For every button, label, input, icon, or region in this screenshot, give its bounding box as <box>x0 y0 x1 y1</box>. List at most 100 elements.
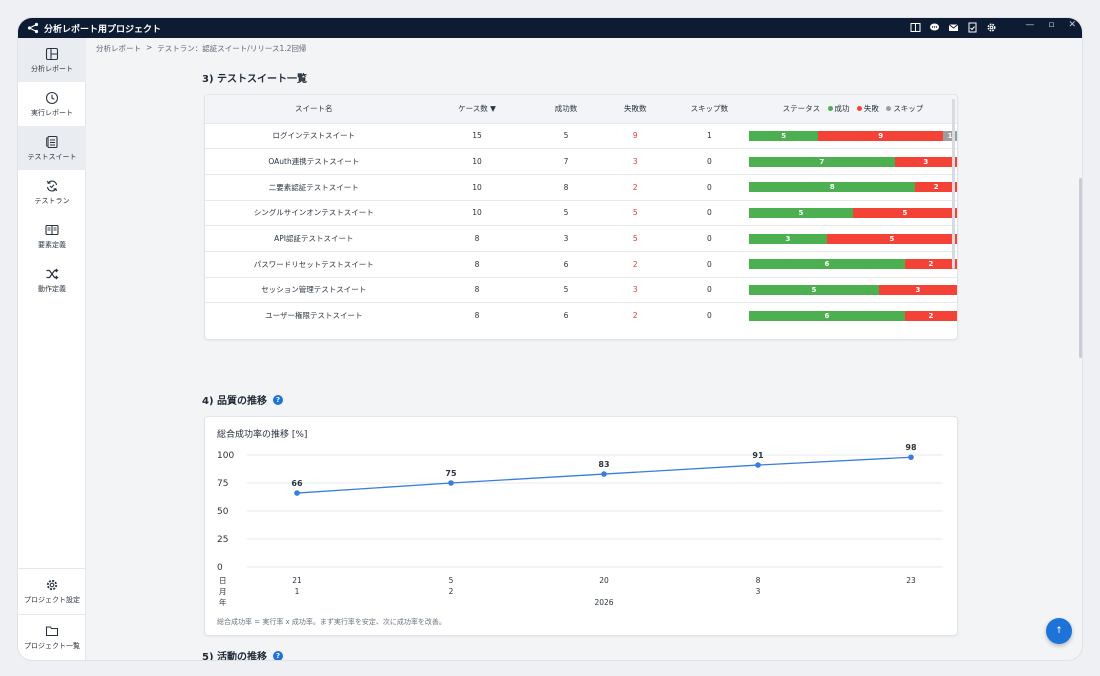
fail-count-cell: 9 <box>632 131 638 141</box>
sidebar-item-project-settings[interactable]: プロジェクト設定 <box>18 568 86 614</box>
skip-count-cell: 0 <box>707 157 712 167</box>
sidebar-item-action-definition[interactable]: 動作定義 <box>18 258 86 302</box>
list-icon <box>46 135 58 148</box>
case-count-cell: 8 <box>474 234 480 244</box>
sidebar-item-test-suite[interactable]: テストスイート <box>18 126 86 170</box>
help-icon[interactable]: ? <box>273 394 284 405</box>
sidebar-item-project-list[interactable]: プロジェクト一覧 <box>18 614 86 660</box>
data-label: 91 <box>752 451 764 460</box>
status-bar-cell: 62 <box>748 251 957 277</box>
suites-section-title: 3) テストスイート一覧 <box>202 70 307 85</box>
sidebar-item-label: テストラン <box>34 196 70 205</box>
x-axis-label: 日 <box>219 576 227 585</box>
folder-icon <box>45 626 59 637</box>
status-segment-fail: 3 <box>894 156 957 167</box>
status-stacked-bar: 82 <box>748 182 957 193</box>
document-icon[interactable] <box>966 21 979 34</box>
help-icon[interactable]: ? <box>273 650 284 660</box>
activity-section-title: 5) 活動の推移 ? <box>202 648 284 660</box>
minimize-button[interactable]: — <box>1025 20 1034 30</box>
activity-title-text: 5) 活動の推移 <box>202 652 268 660</box>
quality-title-text: 4) 品質の推移 <box>202 396 268 407</box>
scroll-to-top-button[interactable]: ↑ <box>1046 618 1072 644</box>
suite-name-cell: ログインテストスイート <box>272 131 356 141</box>
sidebar-item-test-run[interactable]: テストラン <box>18 170 86 214</box>
y-tick-label: 50 <box>217 507 229 517</box>
sidebar-item-label: 動作定義 <box>38 284 66 293</box>
sidebar-bottom: プロジェクト設定 プロジェクト一覧 <box>18 568 86 660</box>
data-label: 66 <box>291 479 303 488</box>
data-label: 83 <box>598 460 609 469</box>
sidebar: 分析レポート 実行レポート テストスイート テストラン 要素定義 動作定義 プロ… <box>18 38 86 660</box>
x-tick-day: 23 <box>906 576 916 585</box>
sidebar-item-label: テストスイート <box>27 152 77 161</box>
sidebar-item-label: プロジェクト設定 <box>24 596 80 604</box>
legend-success-label: 成功 <box>834 104 850 114</box>
success-count-cell: 5 <box>563 285 569 295</box>
success-count-cell: 6 <box>563 259 569 269</box>
sidebar-item-execution-report[interactable]: 実行レポート <box>18 82 86 126</box>
table-row[interactable]: API認証テストスイート 8 3 5 0 3 5 <box>205 225 957 252</box>
status-header-label: ステータス <box>782 104 821 114</box>
app-window: 分析レポート用プロジェクト — ▫ ✕ 分析レポート 実行レポート テストスイー… <box>18 18 1082 660</box>
status-stacked-bar: 73 <box>748 156 957 167</box>
sidebar-item-label: 分析レポート <box>31 64 73 73</box>
suite-name-cell: シングルサインオンテストスイート <box>253 208 374 218</box>
data-point <box>755 462 761 468</box>
status-segment-fail: 2 <box>904 310 957 321</box>
table-row[interactable]: ログインテストスイート 15 5 9 1 5 9 1 <box>205 123 957 149</box>
book-icon[interactable] <box>909 21 922 34</box>
sidebar-item-analysis-report[interactable]: 分析レポート <box>18 38 86 82</box>
skip-count-cell: 1 <box>707 131 712 141</box>
x-tick-month: 3 <box>756 587 761 596</box>
skip-count-cell: 0 <box>707 234 712 244</box>
skip-count-cell: 0 <box>707 182 712 192</box>
close-button[interactable]: ✕ <box>1068 20 1076 30</box>
success-count-cell: 6 <box>563 311 569 321</box>
status-bar-cell: 591 <box>748 123 957 149</box>
status-segment-fail: 3 <box>878 284 957 295</box>
shuffle-icon <box>46 268 59 279</box>
table-row[interactable]: シングルサインオンテストスイート 10 5 5 0 5 5 <box>205 200 957 226</box>
status-segment-success: 8 <box>748 182 916 193</box>
data-point <box>294 490 300 496</box>
x-tick-year: 2026 <box>594 598 613 607</box>
chart-note: 総合成功率 = 実行率 x 成功率。まず実行率を安定、次に成功率を改善。 <box>217 618 446 626</box>
case-count-cell: 10 <box>472 208 482 218</box>
y-tick-label: 75 <box>217 479 228 489</box>
col-suite-name[interactable]: スイート名 <box>205 95 423 123</box>
suites-table-body: ログインテストスイート 15 5 9 1 5 9 1 OAuth連携テストスイート 10 7 3 0 7 3… <box>205 123 957 329</box>
col-skip-count[interactable]: スキップ数 <box>670 95 749 123</box>
mail-icon[interactable] <box>947 21 960 34</box>
status-segment-fail: 5 <box>852 207 957 218</box>
table-row[interactable]: ユーザー権限テストスイート 8 6 2 0 6 2 <box>205 302 957 329</box>
breadcrumb: 分析レポート > テストラン：認証スイート/リリース1.2回帰 <box>96 43 306 54</box>
suites-title-text: 3) テストスイート一覧 <box>202 74 308 85</box>
legend-skip-dot <box>886 106 892 112</box>
table-row[interactable]: 二要素認証テストスイート 10 8 2 0 8 2 <box>205 174 957 200</box>
status-segment-fail: 5 <box>826 233 957 244</box>
status-segment-fail: 2 <box>915 182 957 193</box>
skip-count-cell: 0 <box>707 285 712 295</box>
x-tick-month: 1 <box>295 587 300 596</box>
breadcrumb-root[interactable]: 分析レポート <box>96 43 141 54</box>
table-scrollbar[interactable] <box>952 99 955 269</box>
col-success-count[interactable]: 成功数 <box>531 95 600 123</box>
page-scrollbar[interactable] <box>1079 178 1082 358</box>
sidebar-item-element-definition[interactable]: 要素定義 <box>18 214 86 258</box>
data-label: 75 <box>445 469 457 478</box>
fail-count-cell: 2 <box>632 182 638 192</box>
legend-success-dot <box>827 106 833 112</box>
table-row[interactable]: パスワードリセットテストスイート 8 6 2 0 6 2 <box>205 251 957 277</box>
restore-button[interactable]: ▫ <box>1048 20 1054 30</box>
status-segment-success: 3 <box>748 233 827 244</box>
col-case-count[interactable]: ケース数 ▼ <box>423 95 532 123</box>
status-bar-cell: 73 <box>748 149 957 175</box>
status-bar-cell: 82 <box>748 174 957 200</box>
col-fail-count[interactable]: 失敗数 <box>601 95 670 123</box>
chat-icon[interactable] <box>928 21 941 34</box>
status-segment-fail: 2 <box>904 259 957 270</box>
table-row[interactable]: OAuth連携テストスイート 10 7 3 0 7 3 <box>205 148 957 175</box>
gear-icon[interactable] <box>985 21 998 34</box>
table-row[interactable]: セッション管理テストスイート 8 5 3 0 5 3 <box>205 277 957 303</box>
